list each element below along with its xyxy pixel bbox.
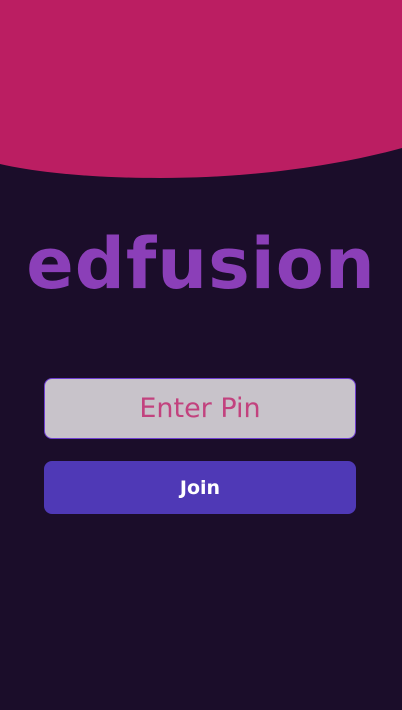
top-wave-path [0,0,402,178]
app-logo-text: edfusion [26,223,376,305]
pin-input[interactable] [44,378,356,439]
join-screen: edfusion Join [0,0,402,710]
top-wave-shape [0,0,402,178]
join-button[interactable]: Join [44,461,356,514]
